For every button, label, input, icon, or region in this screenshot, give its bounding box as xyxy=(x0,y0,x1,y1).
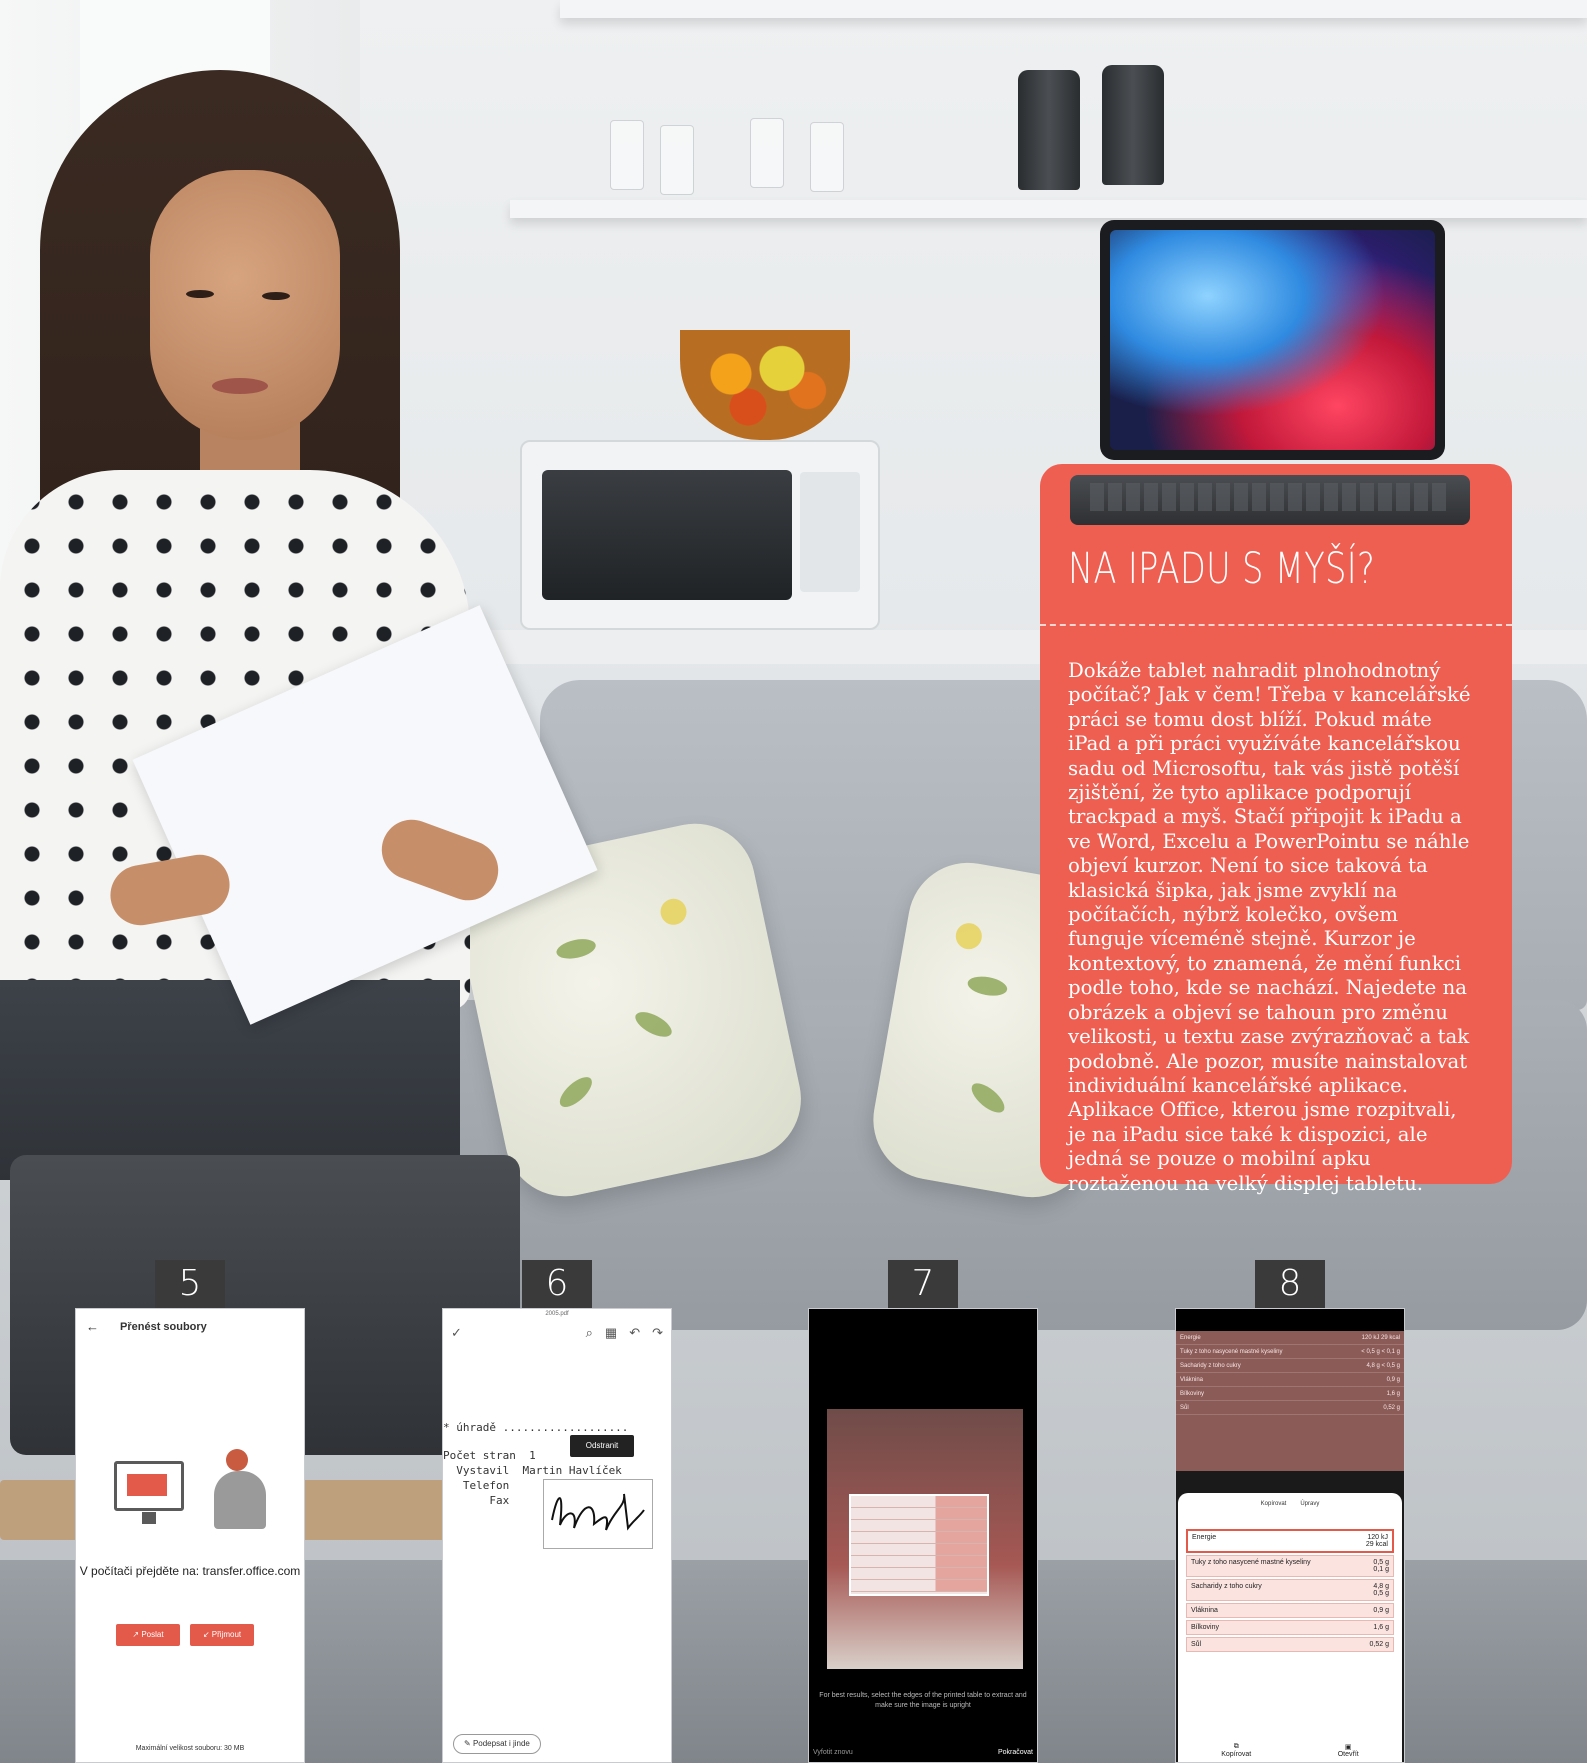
magic-keyboard xyxy=(1070,475,1470,525)
redo-icon[interactable]: ↷ xyxy=(652,1325,663,1341)
table-row[interactable]: Tuky z toho nasycené mastné kyseliny 0,5 … xyxy=(1186,1555,1394,1577)
receive-button[interactable]: ↙ Přijmout xyxy=(190,1624,254,1646)
screenshot-transfer-files: ← Přenést soubory V počítači přejděte na… xyxy=(75,1308,305,1763)
continue-button[interactable]: Pokračovat xyxy=(998,1749,1033,1756)
max-size-note: Maximální velikost souboru: 30 MB xyxy=(135,1745,245,1752)
step-number-5: 5 xyxy=(155,1260,225,1308)
remove-button[interactable]: Odstranit xyxy=(570,1435,634,1457)
doc-line: Fax xyxy=(443,1494,510,1507)
microwave-door xyxy=(542,470,792,600)
sidebar-title: NA IPADU S MYŠÍ? xyxy=(1068,544,1376,594)
copy-icon: ⧉ xyxy=(1233,1743,1239,1750)
doc-line: Počet stran 1 xyxy=(443,1449,536,1462)
tab-edit[interactable]: Úpravy xyxy=(1300,1501,1319,1507)
doc-line: Telefon xyxy=(443,1479,510,1492)
screenshot-extracted-table: Energie 120 kJ 29 kcal Tuky z toho nasyce… xyxy=(1175,1308,1405,1763)
person-illustration xyxy=(206,1449,266,1531)
result-sheet: Kopírovat Úpravy Energie 120 kJ 29 kcal T… xyxy=(1178,1493,1402,1762)
table-row[interactable]: Energie 120 kJ 29 kcal xyxy=(1186,1529,1394,1553)
flower xyxy=(658,896,689,928)
ipad-screen xyxy=(1100,220,1445,460)
jar xyxy=(1102,65,1164,185)
transfer-illustration xyxy=(114,1449,274,1549)
capture-hint: For best results, select the edges of th… xyxy=(819,1692,1027,1709)
table-row[interactable]: Vláknina 0,9 g xyxy=(1186,1603,1394,1618)
status-bar xyxy=(1176,1309,1404,1331)
copy-button[interactable]: ⧉ Kopírovat xyxy=(1221,1743,1251,1758)
doc-line: Vystavil Martin Havlíček xyxy=(443,1464,622,1477)
woman-lips xyxy=(212,378,268,394)
send-button[interactable]: ↗ Poslat xyxy=(116,1624,180,1646)
keyboard-keys xyxy=(1090,483,1450,511)
glass xyxy=(750,118,784,188)
glass xyxy=(660,125,694,195)
undo-icon[interactable]: ↶ xyxy=(629,1325,640,1341)
doc-line: * úhradě ................... xyxy=(443,1421,629,1434)
sidebar-box: NA IPADU S MYŠÍ? Dokáže tablet nahradit … xyxy=(1040,464,1512,1195)
retake-button[interactable]: Vyfotit znovu xyxy=(813,1749,853,1756)
monitor-icon xyxy=(114,1461,184,1511)
microwave xyxy=(520,440,880,630)
jar xyxy=(1018,70,1080,190)
back-arrow-icon[interactable]: ← xyxy=(86,1319,99,1334)
woman-face xyxy=(150,170,340,440)
ipad-with-keyboard xyxy=(1070,220,1470,530)
flower xyxy=(953,921,984,952)
table-row[interactable]: Sůl 0,52 g xyxy=(1186,1637,1394,1652)
step-number-8: 8 xyxy=(1255,1260,1325,1308)
ipad-wallpaper xyxy=(1110,230,1435,450)
shelf-middle xyxy=(510,200,1587,218)
sign-elsewhere-button[interactable]: ✎ Podepsat i jinde xyxy=(453,1734,541,1754)
checkmark-icon[interactable]: ✓ xyxy=(451,1325,462,1341)
woman-eye xyxy=(186,290,214,298)
search-icon[interactable]: ⌕ xyxy=(586,1325,593,1341)
microwave-panel xyxy=(800,472,860,592)
sidebar-body-text: Dokáže tablet nahradit plnohodnotný počí… xyxy=(1068,658,1471,1195)
screen-title: Přenést soubory xyxy=(120,1321,207,1333)
source-table: Energie 120 kJ 29 kcal Tuky z toho nasyce… xyxy=(1176,1331,1404,1471)
shelf-upper xyxy=(560,0,1587,18)
glass xyxy=(610,120,644,190)
leaf xyxy=(554,935,598,962)
open-icon: ▣ xyxy=(1344,1744,1352,1751)
leaf xyxy=(966,973,1009,999)
transfer-instructions: V počítači přejděte na: transfer.office.… xyxy=(79,1564,301,1578)
glass xyxy=(810,122,844,192)
fruit-bowl xyxy=(680,330,850,440)
woman-jeans xyxy=(0,980,460,1180)
tab-copy[interactable]: Kopírovat xyxy=(1261,1501,1287,1507)
selection-frame[interactable] xyxy=(849,1494,989,1596)
leaf xyxy=(554,1071,597,1113)
table-row[interactable]: Sacharidy z toho cukry 4,8 g 0,5 g xyxy=(1186,1579,1394,1601)
monitor-stand xyxy=(142,1512,156,1524)
woman-eye xyxy=(262,292,290,300)
file-name: 2005.pdf xyxy=(545,1311,569,1317)
signature-box[interactable] xyxy=(543,1479,653,1549)
extracted-table: Energie 120 kJ 29 kcal Tuky z toho nasyce… xyxy=(1186,1529,1394,1654)
signature-graphic xyxy=(551,1493,645,1531)
table-row[interactable]: Bílkoviny 1,6 g xyxy=(1186,1620,1394,1635)
step-number-7: 7 xyxy=(888,1260,958,1308)
leaf xyxy=(966,1078,1010,1118)
step-number-6: 6 xyxy=(522,1260,592,1308)
leaf xyxy=(631,1007,676,1042)
screenshot-table-capture: For best results, select the edges of th… xyxy=(808,1308,1038,1763)
screenshot-pdf-signature: 2005.pdf ✓ ⌕ ▦ ↶ ↷ * úhradě ............… xyxy=(442,1308,672,1763)
grid-icon[interactable]: ▦ xyxy=(605,1325,617,1341)
open-button[interactable]: ▣ Otevřít xyxy=(1338,1743,1359,1758)
dashed-divider xyxy=(1040,624,1512,626)
